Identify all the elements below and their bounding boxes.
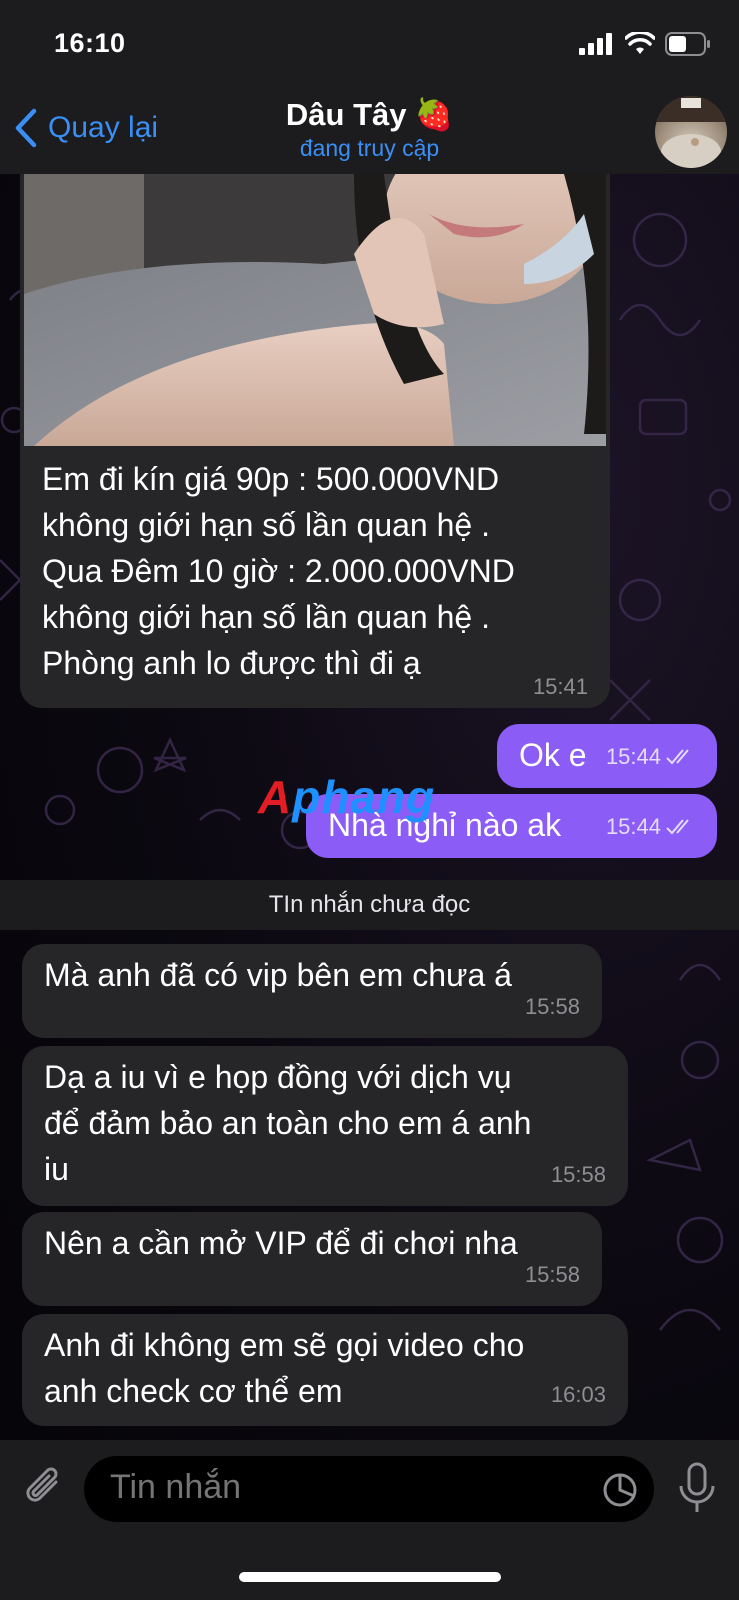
incoming-message[interactable]: Nên a cần mở VIP để đi chơi nha 15:58 xyxy=(22,1212,602,1306)
sticker-button[interactable] xyxy=(602,1472,638,1508)
sticker-icon xyxy=(603,1473,637,1507)
double-check-icon xyxy=(666,749,689,765)
message-text: Ok e xyxy=(519,737,587,773)
status-icons xyxy=(579,32,711,56)
message-time: 15:58 xyxy=(550,1162,606,1187)
contact-name: Dâu Tây xyxy=(285,96,407,132)
outgoing-message[interactable]: Ok e 15:44 xyxy=(497,724,717,788)
incoming-photo-message[interactable]: Em đi kín giá 90p : 500.000VND không giớ… xyxy=(20,174,610,708)
chat-header: Quay lại Dâu Tây 🍓 đang truy cập xyxy=(0,88,739,174)
message-input-field[interactable] xyxy=(84,1456,654,1522)
message-line: anh check cơ thể em xyxy=(44,1373,343,1409)
microphone-icon xyxy=(679,1462,715,1512)
message-text: Mà anh đã có vip bên em chưa á xyxy=(44,957,512,993)
strawberry-icon: 🍓 xyxy=(414,97,454,132)
caption-line: Qua Đêm 10 giờ : 2.000.000VND xyxy=(42,553,515,589)
status-bar: 16:10 xyxy=(0,0,739,88)
watermark-letter: A xyxy=(258,771,293,823)
caption-line: Em đi kín giá 90p : 500.000VND xyxy=(42,461,500,497)
status-time: 16:10 xyxy=(54,28,126,58)
message-time: 16:03 xyxy=(550,1382,606,1407)
chat-title: Dâu Tây 🍓 xyxy=(286,96,453,133)
message-meta: 15:44 xyxy=(606,734,695,780)
message-time: 15:41 xyxy=(532,674,588,699)
message-meta: 15:44 xyxy=(606,804,695,850)
contact-avatar[interactable] xyxy=(655,96,727,168)
caption-line: Phòng anh lo được thì đi ạ xyxy=(42,645,421,681)
message-text: Nên a cần mở VIP để đi chơi nha xyxy=(44,1225,518,1261)
message-line: iu xyxy=(44,1151,69,1187)
incoming-message[interactable]: Anh đi không em sẽ gọi video cho anh che… xyxy=(22,1314,628,1426)
message-photo[interactable] xyxy=(24,174,606,446)
double-check-icon xyxy=(666,819,689,835)
message-input-bar xyxy=(0,1440,739,1600)
watermark-text: phang xyxy=(292,771,436,823)
caption-line: không giới hạn số lần quan hệ . xyxy=(42,507,490,543)
wifi-icon xyxy=(625,32,655,54)
message-line: Dạ a iu vì e họp đồng với dịch vụ xyxy=(44,1059,512,1095)
photo-image xyxy=(24,174,606,446)
message-line: Anh đi không em sẽ gọi video cho xyxy=(44,1327,525,1363)
battery-icon xyxy=(665,32,710,56)
watermark-logo: Aphang xyxy=(258,770,435,824)
avatar-image xyxy=(655,96,727,168)
chat-title-area[interactable]: Dâu Tây 🍓 đang truy cập xyxy=(0,96,739,162)
home-indicator xyxy=(239,1572,501,1582)
incoming-message[interactable]: Mà anh đã có vip bên em chưa á 15:58 xyxy=(22,944,602,1038)
message-line: để đảm bảo an toàn cho em á anh xyxy=(44,1105,532,1141)
message-time: 15:58 xyxy=(524,1262,580,1287)
attach-button[interactable] xyxy=(20,1462,70,1512)
message-input[interactable] xyxy=(110,1468,570,1507)
caption-line: không giới hạn số lần quan hệ . xyxy=(42,599,490,635)
message-time: 15:58 xyxy=(524,994,580,1019)
message-time: 15:44 xyxy=(605,744,661,769)
unread-divider: TIn nhắn chưa đọc xyxy=(0,880,739,930)
cellular-signal-icon xyxy=(579,33,612,55)
microphone-button[interactable] xyxy=(677,1462,717,1516)
paperclip-icon xyxy=(26,1467,58,1502)
photo-caption: Em đi kín giá 90p : 500.000VND không giớ… xyxy=(42,456,515,686)
incoming-message[interactable]: Dạ a iu vì e họp đồng với dịch vụ để đảm… xyxy=(22,1046,628,1206)
online-status: đang truy cập xyxy=(299,135,440,161)
message-time: 15:44 xyxy=(605,814,661,839)
